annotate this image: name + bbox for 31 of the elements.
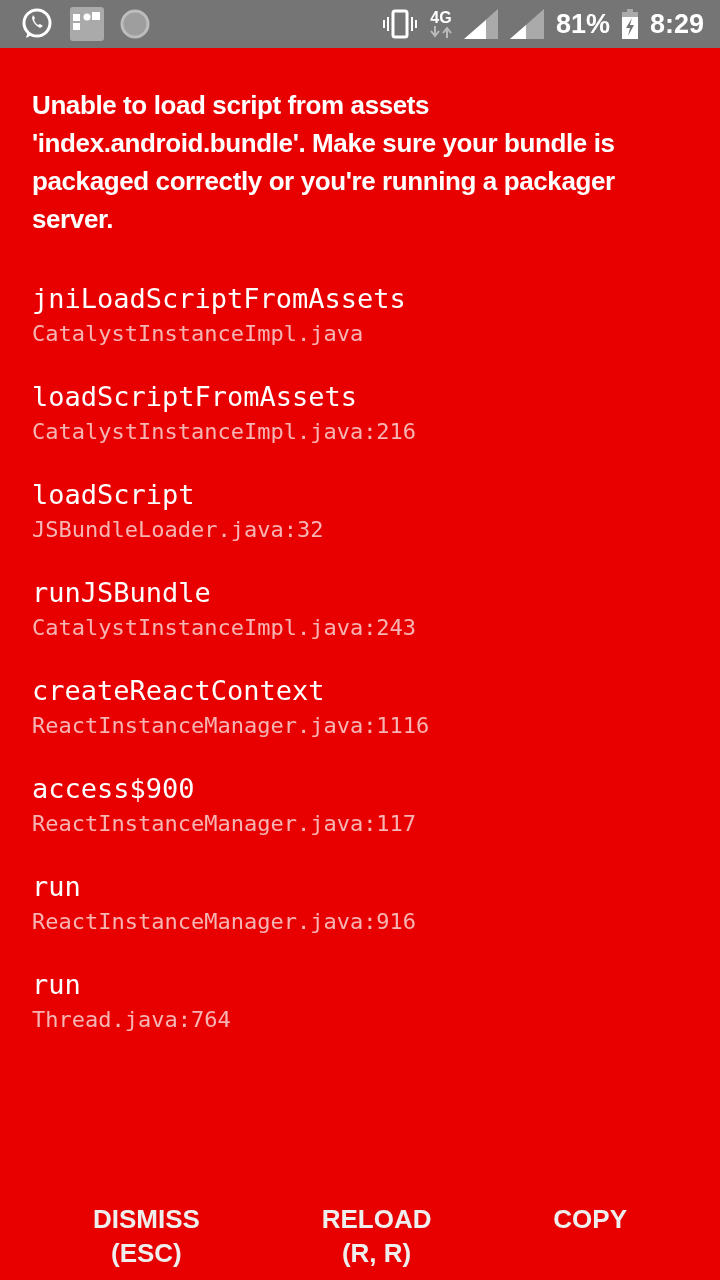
chat-app-icon — [20, 7, 54, 41]
clock: 8:29 — [649, 8, 704, 40]
stack-file: ReactInstanceManager.java:117 — [32, 810, 418, 838]
stack-file: CatalystInstanceImpl.java:216 — [32, 418, 418, 446]
stack-file: ReactInstanceManager.java:1116 — [32, 712, 431, 740]
vibrate-icon — [381, 9, 418, 39]
action-button[interactable]: COPY — [537, 1198, 644, 1240]
loading-icon — [120, 9, 150, 39]
signal-icon — [509, 9, 544, 39]
stack-method: jniLoadScriptFromAssets — [32, 282, 407, 316]
stack-method: access$900 — [32, 772, 196, 806]
stack-file: CatalystInstanceImpl.java:243 — [32, 614, 418, 642]
stack-file: Thread.java:764 — [32, 1006, 232, 1034]
battery-percent: 81% — [555, 8, 610, 40]
data-arrows-icon — [429, 26, 452, 38]
stack-method: run — [32, 968, 82, 1002]
stack-file: ReactInstanceManager.java:916 — [32, 908, 418, 936]
stack-file: JSBundleLoader.java:32 — [32, 516, 325, 544]
app-icon — [70, 7, 104, 41]
stack-method: loadScript — [32, 478, 196, 512]
action-button[interactable]: RELOAD (R, R) — [305, 1198, 448, 1274]
stack-method: createReactContext — [32, 674, 326, 708]
stack-method: runJSBundle — [32, 576, 212, 610]
stack-method: run — [32, 870, 82, 904]
stack-file: CatalystInstanceImpl.java — [32, 320, 365, 348]
stack-method: loadScriptFromAssets — [32, 380, 359, 414]
action-button[interactable]: DISMISS (ESC) — [76, 1198, 216, 1274]
network-type: 4G — [430, 10, 452, 26]
error-message: Unable to load script from assets 'index.android.bundle'. Make sure your bundle is packaged correctly or you're running a packager server. — [32, 89, 616, 236]
signal-icon — [463, 9, 498, 39]
battery-charging-icon — [621, 9, 638, 39]
